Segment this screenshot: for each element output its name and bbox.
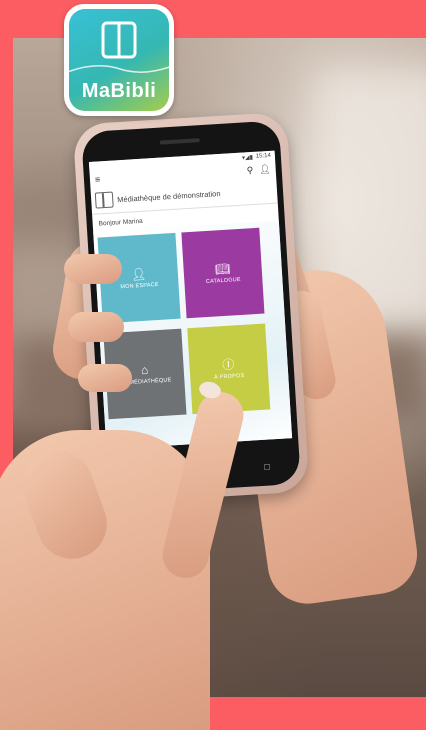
phone-speaker (159, 138, 200, 145)
status-time: 15:14 (255, 152, 272, 160)
menu-icon[interactable]: ≡ (95, 174, 101, 184)
info-icon: ⓘ (221, 356, 236, 372)
tiles-grid: 👤︎ MON ESPACE 📖︎ CATALOGUE ⌂ MA MÉDIATHÈ… (93, 220, 293, 450)
tile-label: MON ESPACE (120, 281, 159, 290)
left-finger (78, 364, 132, 392)
recents-icon[interactable]: □ (264, 461, 270, 471)
tile-catalogue[interactable]: 📖︎ CATALOGUE (181, 227, 265, 319)
book-icon: 📖︎ (214, 261, 231, 276)
app-logo: MaBibli (64, 4, 174, 116)
open-book-icon (101, 21, 137, 59)
left-finger (68, 312, 124, 342)
logo-text: MaBibli (81, 80, 157, 102)
left-finger (64, 254, 122, 284)
phone-screen: ▾◢▮ 15:14 ≡ ⚲ 👤︎ Médiathèque de démonstr… (88, 150, 293, 450)
user-icon[interactable]: 👤︎ (259, 163, 271, 175)
library-name: Médiathèque de démonstration (116, 188, 221, 204)
logo-wave (69, 65, 169, 73)
search-icon[interactable]: ⚲ (246, 164, 253, 175)
home-icon: ⌂ (140, 362, 149, 377)
logo-background: MaBibli (69, 9, 169, 111)
tile-label: CATALOGUE (205, 276, 241, 285)
signal-icon: ▾◢▮ (241, 154, 254, 162)
tile-label: À PROPOS (213, 372, 245, 381)
book-icon (94, 191, 114, 209)
person-icon: 👤︎ (130, 266, 147, 282)
